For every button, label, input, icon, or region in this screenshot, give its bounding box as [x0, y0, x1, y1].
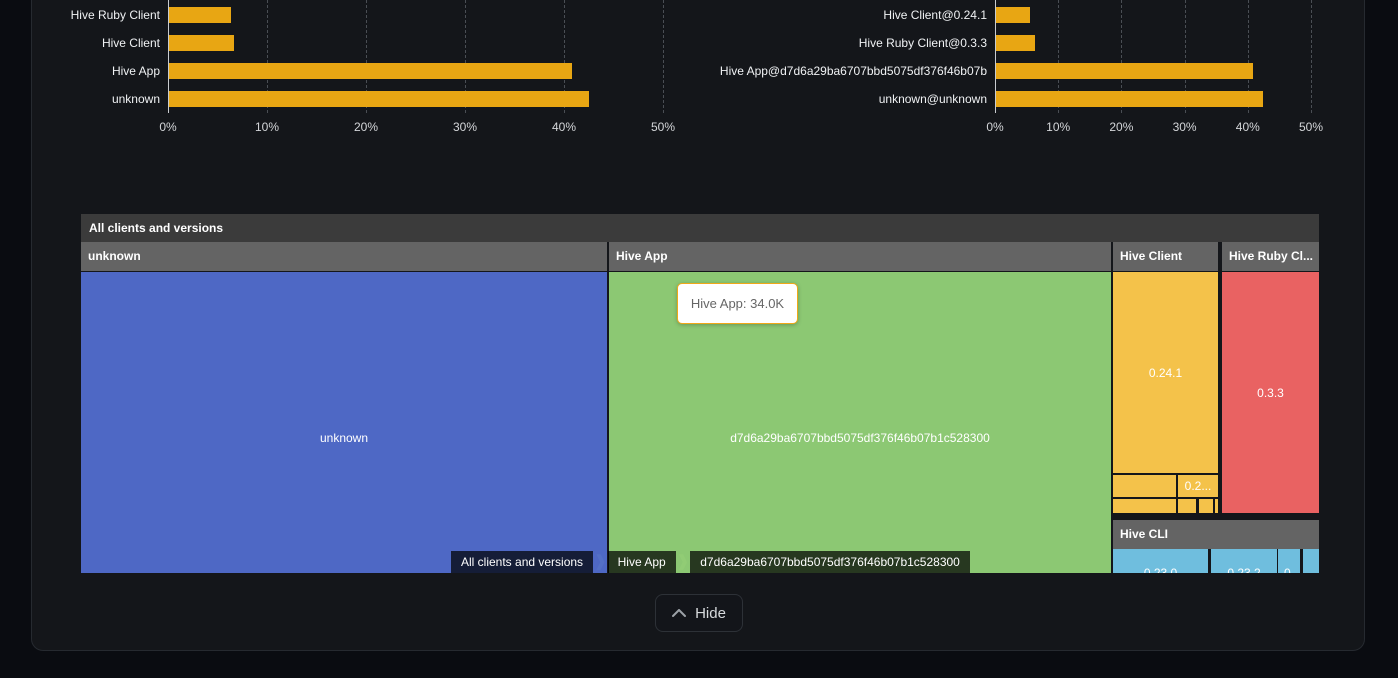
treemap-section-unknown: unknown unknown	[81, 242, 607, 573]
treemap-cell[interactable]	[1215, 499, 1218, 513]
clients-treemap[interactable]: All clients and versions unknownunknownH…	[81, 214, 1319, 573]
treemap-cell[interactable]: 0.24.1	[1113, 272, 1218, 473]
treemap-section-header[interactable]: unknown	[81, 242, 607, 271]
breadcrumb-segment[interactable]: Hive App	[608, 551, 676, 573]
treemap-section-hive-client: Hive Client0.24.10.2...	[1113, 242, 1218, 513]
treemap-section-header[interactable]: Hive App	[609, 242, 1111, 271]
treemap-breadcrumb: All clients and versions❱Hive App❱d7d6a2…	[451, 551, 970, 573]
treemap-tooltip-text: Hive App: 34.0K	[691, 296, 784, 311]
treemap-section-hive-cli: Hive CLI 0.23.00.23.20.	[1113, 520, 1319, 573]
breadcrumb-separator-icon: ❱	[593, 551, 608, 573]
treemap-cell[interactable]	[1199, 499, 1213, 513]
x-tick-label: 40%	[1218, 119, 1278, 135]
treemap-tooltip: Hive App: 34.0K	[677, 283, 798, 324]
bar-hive-ruby-client-0-3-3[interactable]	[996, 35, 1035, 51]
hide-button-label: Hide	[695, 605, 726, 622]
breadcrumb-segment[interactable]: d7d6a29ba6707bbd5075df376f46b07b1c528300	[690, 551, 970, 573]
x-gridline	[1311, 0, 1312, 113]
category-label: Hive Client@0.24.1	[687, 7, 987, 23]
treemap-cell[interactable]: 0.23.2	[1211, 549, 1277, 573]
breadcrumb-separator-icon: ❱	[676, 551, 691, 573]
treemap-cell[interactable]: 0.3.3	[1222, 272, 1319, 513]
category-label: unknown@unknown	[687, 91, 987, 107]
treemap-cell-label: 0.23.0	[1113, 566, 1208, 573]
treemap-cell-label: unknown	[81, 431, 607, 445]
treemap-cell[interactable]	[1303, 549, 1319, 573]
treemap-cell-label: d7d6a29ba6707bbd5075df376f46b07b1c528300	[609, 431, 1111, 445]
x-tick-label: 30%	[1155, 119, 1215, 135]
treemap-cell[interactable]	[1113, 499, 1176, 513]
treemap-cell-label: 0.	[1278, 566, 1300, 573]
x-tick-label: 50%	[1281, 119, 1341, 135]
insights-dashboard: 0%10%20%30%40%50%Hive Ruby ClientHive Cl…	[0, 0, 1398, 678]
treemap-cell-label: 0.23.2	[1211, 566, 1277, 573]
treemap-section-header[interactable]: Hive Ruby Cl...	[1222, 242, 1319, 271]
treemap-section-header[interactable]: Hive CLI	[1113, 520, 1319, 549]
category-label: Hive Ruby Client@0.3.3	[687, 35, 987, 51]
treemap-cell[interactable]: 0.23.0	[1113, 549, 1208, 573]
x-tick-label: 20%	[1091, 119, 1151, 135]
hide-button[interactable]: Hide	[655, 594, 743, 632]
bar-unknown-unknown[interactable]	[996, 91, 1263, 107]
chevron-up-icon	[672, 609, 686, 617]
client-versions-bar-chart[interactable]: 0%10%20%30%40%50% Hive Client@0.24.1 Hive …	[0, 0, 1398, 140]
category-label: Hive App@d7d6a29ba6707bbd5075df376f46b07…	[687, 63, 987, 79]
treemap-cell[interactable]	[1113, 475, 1176, 497]
treemap-cell[interactable]: 0.2...	[1178, 475, 1218, 497]
treemap-cell[interactable]: 0.	[1278, 549, 1300, 573]
bar-hive-client-0-24-1[interactable]	[996, 7, 1030, 23]
treemap-section-header[interactable]: Hive Client	[1113, 242, 1218, 271]
breadcrumb-segment[interactable]: All clients and versions	[451, 551, 593, 573]
bar-hive-app-d7d6a29ba6707bbd5075df376f46b07b[interactable]	[996, 63, 1253, 79]
treemap-cell[interactable]: unknown	[81, 272, 607, 573]
x-tick-label: 10%	[1028, 119, 1088, 135]
treemap-cell[interactable]	[1178, 499, 1196, 513]
treemap-title: All clients and versions	[81, 214, 1319, 242]
treemap-section-hive-ruby-cl-: Hive Ruby Cl...0.3.3	[1222, 242, 1319, 513]
x-tick-label: 0%	[965, 119, 1025, 135]
